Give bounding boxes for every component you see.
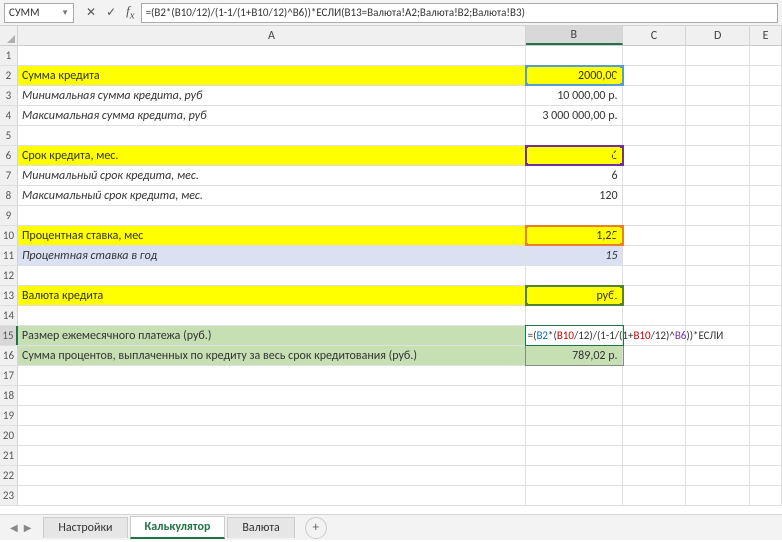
row-19: 19 xyxy=(0,406,782,426)
row-10: 10Процентная ставка, мес1,25 xyxy=(0,226,782,246)
cell-A8[interactable]: Максимальный срок кредита, мес. xyxy=(18,186,526,205)
select-all-corner[interactable] xyxy=(0,26,18,45)
cell-A16[interactable]: Сумма процентов, выплаченных по кредиту … xyxy=(18,346,526,365)
cell-A13[interactable]: Валюта кредита xyxy=(18,286,526,305)
formula-text: =(B2*(B10/12)/(1-1/(1+B10/12)^B6))*ЕСЛИ(… xyxy=(146,6,525,19)
cell-A6[interactable]: Срок кредита, мес. xyxy=(18,146,526,165)
col-header-E[interactable]: E xyxy=(750,26,782,45)
row-9: 9 xyxy=(0,206,782,226)
row-17: 17 xyxy=(0,366,782,386)
cell-A4[interactable]: Максимальная сумма кредита, руб xyxy=(18,106,526,125)
cell-A7[interactable]: Минимальный срок кредита, мес. xyxy=(18,166,526,185)
row-7: 7Минимальный срок кредита, мес.6 xyxy=(0,166,782,186)
row-20: 20 xyxy=(0,426,782,446)
col-header-B[interactable]: B xyxy=(526,26,623,45)
row-22: 22 xyxy=(0,466,782,486)
row-8: 8Максимальный срок кредита, мес.120 xyxy=(0,186,782,206)
spreadsheet-grid[interactable]: A B C D E 1 2Сумма кредита2000,00 3Миним… xyxy=(0,26,782,514)
row-4: 4Максимальная сумма кредита, руб3 000 00… xyxy=(0,106,782,126)
cell-A3[interactable]: Минимальная сумма кредита, руб xyxy=(18,86,526,105)
name-box-value: СУММ xyxy=(9,6,39,19)
accept-icon[interactable]: ✓ xyxy=(106,5,116,20)
cell-A2[interactable]: Сумма кредита xyxy=(18,66,526,85)
row-16: 16Сумма процентов, выплаченных по кредит… xyxy=(0,346,782,366)
row-3: 3Минимальная сумма кредита, руб10 000,00… xyxy=(0,86,782,106)
next-sheet-icon[interactable]: ▶ xyxy=(24,521,32,534)
row-13: 13Валюта кредитаруб. xyxy=(0,286,782,306)
cell-A11[interactable]: Процентная ставка в год xyxy=(18,246,526,265)
row-2: 2Сумма кредита2000,00 xyxy=(0,66,782,86)
formula-bar: СУММ ▼ ✕ ✓ fx =(B2*(B10/12)/(1-1/(1+B10/… xyxy=(0,0,782,26)
column-headers: A B C D E xyxy=(0,26,782,46)
row-12: 12 xyxy=(0,266,782,286)
formula-icons: ✕ ✓ fx xyxy=(86,3,135,22)
row-23: 23 xyxy=(0,486,782,506)
cell-B13[interactable]: руб. xyxy=(526,286,623,305)
cell-B11[interactable]: 15 xyxy=(526,246,623,265)
row-14: 14 xyxy=(0,306,782,326)
cell-B3[interactable]: 10 000,00 р. xyxy=(526,86,623,105)
name-box[interactable]: СУММ ▼ xyxy=(4,3,74,23)
col-header-D[interactable]: D xyxy=(686,26,750,45)
cell-B2[interactable]: 2000,00 xyxy=(526,66,623,85)
add-sheet-button[interactable]: + xyxy=(305,517,327,539)
fx-icon[interactable]: fx xyxy=(126,3,134,22)
cell-B16[interactable]: 789,02 р. xyxy=(526,346,623,365)
cell-B15-editing[interactable]: =(B2*(B10/12)/(1-1/(1+B10/12)^B6))*ЕСЛИ xyxy=(526,326,623,345)
row-11: 11Процентная ставка в год15 xyxy=(0,246,782,266)
chevron-down-icon[interactable]: ▼ xyxy=(61,8,69,18)
cell-B6[interactable]: 6 xyxy=(526,146,623,165)
formula-input[interactable]: =(B2*(B10/12)/(1-1/(1+B10/12)^B6))*ЕСЛИ(… xyxy=(141,3,778,23)
sheet-tabs-bar: ◀▶ Настройки Калькулятор Валюта + xyxy=(0,514,782,540)
col-header-C[interactable]: C xyxy=(623,26,687,45)
row-15: 15Размер ежемесячного платежа (руб.)=(B2… xyxy=(0,326,782,346)
cell-A10[interactable]: Процентная ставка, мес xyxy=(18,226,526,245)
col-header-A[interactable]: A xyxy=(18,26,526,45)
cancel-icon[interactable]: ✕ xyxy=(86,5,96,20)
sheet-tab-calculator[interactable]: Калькулятор xyxy=(130,516,226,539)
row-6: 6Срок кредита, мес.6 xyxy=(0,146,782,166)
row-5: 5 xyxy=(0,126,782,146)
cell-B8[interactable]: 120 xyxy=(526,186,623,205)
cell-B4[interactable]: 3 000 000,00 р. xyxy=(526,106,623,125)
cell-B10[interactable]: 1,25 xyxy=(526,226,623,245)
row-1: 1 xyxy=(0,46,782,66)
cell-B7[interactable]: 6 xyxy=(526,166,623,185)
row-21: 21 xyxy=(0,446,782,466)
prev-sheet-icon[interactable]: ◀ xyxy=(10,521,18,534)
cell-A15[interactable]: Размер ежемесячного платежа (руб.) xyxy=(18,326,526,345)
sheet-tab-settings[interactable]: Настройки xyxy=(43,517,127,538)
tab-nav-arrows[interactable]: ◀▶ xyxy=(10,521,31,534)
sheet-tab-currency[interactable]: Валюта xyxy=(227,517,294,538)
row-18: 18 xyxy=(0,386,782,406)
